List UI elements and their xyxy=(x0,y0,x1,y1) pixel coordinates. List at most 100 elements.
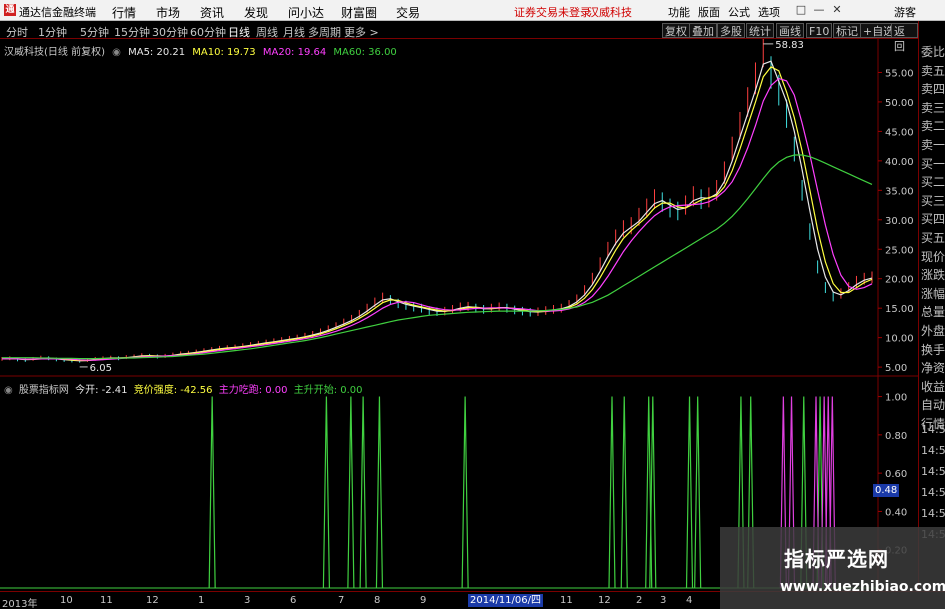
stats-button[interactable]: 统计 xyxy=(746,23,774,38)
side-panel-item: 卖三 xyxy=(921,100,945,115)
price-tick-label: 5.00 xyxy=(885,363,907,374)
chart-canvas[interactable]: 55.00 50.00 45.00 40.00 35.00 30.00 25.00 20.00… xyxy=(0,39,918,591)
date-tick-label: 12 xyxy=(146,595,159,606)
overlay-button[interactable]: 叠加 xyxy=(689,23,717,38)
green-signal-spike xyxy=(359,396,367,589)
trade-time: 14:50 xyxy=(921,444,945,457)
period-5min[interactable]: 5分钟 xyxy=(80,24,109,40)
side-panel-item: 换手 xyxy=(921,342,945,357)
legend-ma60: MA60: 36.00 xyxy=(333,47,397,58)
date-tick-label: 9 xyxy=(420,595,427,606)
trade-time: 14:56 xyxy=(921,507,945,520)
indicator-main-force: 主力吃跑: 0.00 xyxy=(218,385,288,396)
date-tick-label: 11 xyxy=(560,595,573,606)
minimize-icon[interactable]: — xyxy=(812,3,826,17)
indicator-main-rise: 主升开始: 0.00 xyxy=(293,385,363,396)
side-panel-item: 卖五 xyxy=(921,63,945,78)
date-tick-label: 6 xyxy=(290,595,297,606)
side-panel-item: 净资 xyxy=(921,361,945,376)
current-stock-name: 汉威科技 xyxy=(588,6,632,19)
back-button[interactable]: 返回 xyxy=(891,23,918,53)
chart-stock-title: 汉威科技(日线 前复权) xyxy=(4,47,105,58)
period-intraday[interactable]: 分时 xyxy=(6,24,28,40)
trade-time: 14:50 xyxy=(921,423,945,436)
green-signal-spike xyxy=(375,396,384,589)
side-panel-item: 总量 xyxy=(921,305,945,320)
period-15min[interactable]: 15分钟 xyxy=(114,24,150,40)
trade-time: 14:56 xyxy=(921,486,945,499)
menu-layout[interactable]: 版面 xyxy=(698,4,720,20)
date-tick-label: 4 xyxy=(686,595,693,606)
price-tick-label: 45.00 xyxy=(885,127,914,138)
quote-side-panel: 委比 卖五 卖四 卖三 卖二 卖一 买一 买二 买三 买四 买五 现价 涨跌 涨幅 总量 外盘 换手 净资 收益 自动… xyxy=(918,21,945,591)
menu-news[interactable]: 资讯 xyxy=(200,4,224,21)
trade-time: 14:56 xyxy=(921,465,945,478)
period-multi[interactable]: 多周期 xyxy=(308,24,341,40)
adjust-button[interactable]: 复权 xyxy=(662,23,690,38)
menu-quotes[interactable]: 行情 xyxy=(112,4,136,21)
side-panel-item: 买四 xyxy=(921,212,945,227)
multi-stock-button[interactable]: 多股 xyxy=(717,23,745,38)
indicator-tick-label: 0.40 xyxy=(885,507,907,518)
price-tick-label: 50.00 xyxy=(885,98,914,109)
side-panel-item: 外盘 xyxy=(921,324,945,338)
menu-formula[interactable]: 公式 xyxy=(728,4,750,20)
close-icon[interactable]: ✕ xyxy=(830,3,844,17)
side-panel-item: 涨跌 xyxy=(921,268,945,283)
green-signal-spike xyxy=(322,396,330,589)
green-signal-spike xyxy=(649,396,657,589)
period-30min[interactable]: 30分钟 xyxy=(152,24,188,40)
price-tick-label: 25.00 xyxy=(885,245,914,256)
date-tick-label: 2 xyxy=(636,595,643,606)
max-price-label: 58.83 xyxy=(775,40,804,51)
period-weekly[interactable]: 周线 xyxy=(256,24,278,40)
price-tick-label: 15.00 xyxy=(885,304,914,315)
period-more[interactable]: 更多 > xyxy=(344,24,379,40)
restore-icon[interactable]: □ xyxy=(794,3,808,17)
side-panel-item: 委比 xyxy=(921,45,945,59)
watermark-url: www.xuezhibiao.com xyxy=(780,579,945,595)
indicator-today-open: 今开: -2.41 xyxy=(75,385,128,396)
period-monthly[interactable]: 月线 xyxy=(283,24,305,40)
indicator-bid-strength: 竞价强度: -42.56 xyxy=(133,385,213,396)
indicator-name: 股票指标网 xyxy=(18,385,69,396)
login-status[interactable]: 证券交易未登录 xyxy=(514,4,591,20)
main-legend: 汉威科技(日线 前复权) ◉ MA5: 20.21 MA10: 19.73 MA… xyxy=(4,43,401,58)
period-1min[interactable]: 1分钟 xyxy=(38,24,67,40)
legend-ma10: MA10: 19.73 xyxy=(192,47,256,58)
indicator-legend: ◉ 股票指标网 今开: -2.41 竞价强度: -42.56 主力吃跑: 0.0… xyxy=(4,381,366,396)
menu-functions[interactable]: 功能 xyxy=(668,4,690,20)
date-tick-label: 12 xyxy=(598,595,611,606)
green-signal-spike xyxy=(208,396,216,589)
date-tick-label: 3 xyxy=(660,595,667,606)
menu-xiaoda[interactable]: 问小达 xyxy=(288,4,324,21)
menu-wealth-circle[interactable]: 财富圈 xyxy=(341,4,377,21)
period-daily[interactable]: 日线 xyxy=(228,24,250,40)
date-tick-label: 7 xyxy=(338,595,345,606)
mark-button[interactable]: 标记 xyxy=(833,23,861,38)
price-tick-label: 55.00 xyxy=(885,68,914,79)
side-panel-item[interactable]: 自动 xyxy=(921,396,945,414)
side-panel-item: 收益 xyxy=(921,379,945,394)
price-tick-label: 30.00 xyxy=(885,216,914,227)
draw-line-button[interactable]: 画线 xyxy=(776,23,804,38)
indicator-tick-label: 0.60 xyxy=(885,469,907,480)
cursor-date: 2014/11/06/四 xyxy=(468,594,544,607)
green-signal-spike xyxy=(685,396,694,589)
indicator-tick-label: 1.00 xyxy=(885,393,907,404)
watermark-title: 指标严选网 xyxy=(784,547,889,571)
guest-label[interactable]: 游客 xyxy=(894,4,916,20)
menu-options[interactable]: 选项 xyxy=(758,4,780,20)
ma20-line xyxy=(1,77,873,361)
period-60min[interactable]: 60分钟 xyxy=(190,24,226,40)
app-title: 通达信金融终端 xyxy=(19,6,96,19)
price-tick-label: 40.00 xyxy=(885,157,914,168)
menu-trade[interactable]: 交易 xyxy=(396,4,420,21)
indicator-tick-label: 0.80 xyxy=(885,431,907,442)
green-signal-spike xyxy=(620,396,628,589)
f10-button[interactable]: F10 xyxy=(806,23,833,38)
menu-market[interactable]: 市场 xyxy=(156,4,180,21)
green-signal-spike xyxy=(608,396,616,589)
menu-discover[interactable]: 发现 xyxy=(244,4,268,21)
side-panel-item: 卖二 xyxy=(921,119,945,134)
